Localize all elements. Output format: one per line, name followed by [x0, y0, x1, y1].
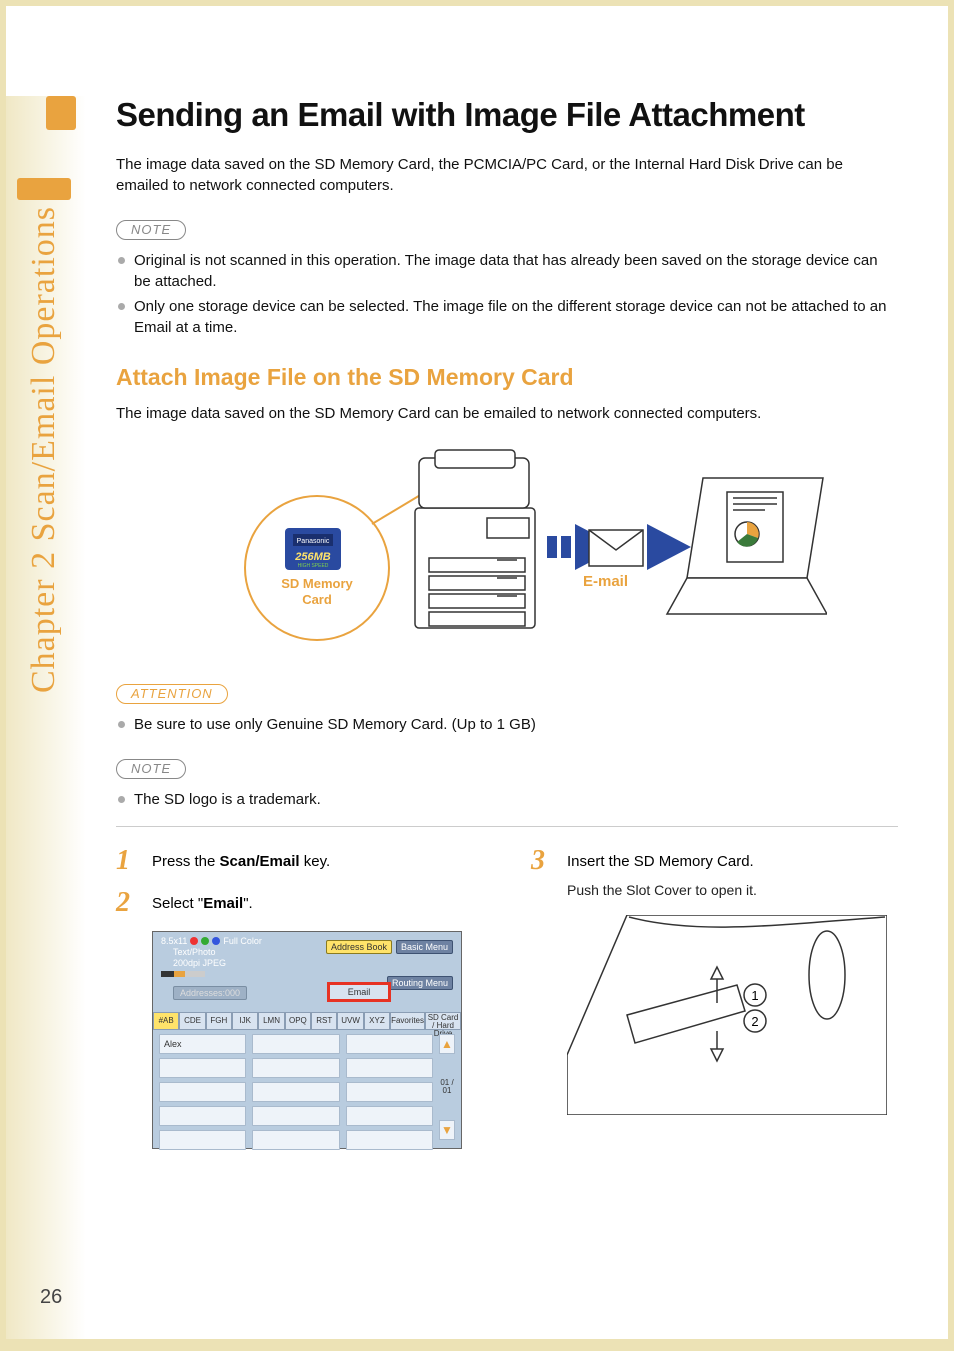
tab-uvw[interactable]: UVW: [337, 1012, 363, 1030]
note-item: Original is not scanned in this operatio…: [116, 250, 898, 292]
email-flow-diagram: Panasonic 256MB HIGH SPEED SD Memory Car…: [187, 438, 827, 658]
tab-ijk[interactable]: IJK: [232, 1012, 258, 1030]
tab-xyz[interactable]: XYZ: [364, 1012, 390, 1030]
step-number: 1: [116, 847, 138, 875]
address-entry[interactable]: [159, 1106, 246, 1126]
email-button[interactable]: Email: [327, 982, 391, 1002]
address-entry[interactable]: [252, 1034, 339, 1054]
step-text: key.: [300, 853, 331, 870]
sd-speed: HIGH SPEED: [298, 563, 329, 569]
intro-paragraph: The image data saved on the SD Memory Ca…: [116, 154, 898, 196]
address-entry[interactable]: [159, 1082, 246, 1102]
address-entry[interactable]: [159, 1058, 246, 1078]
routing-menu-button[interactable]: Routing Menu: [387, 976, 453, 990]
address-entry[interactable]: [159, 1130, 246, 1150]
sd-brand: Panasonic: [297, 538, 330, 545]
chapter-side-tab: Chapter 2 Scan/Email Operations: [14, 178, 74, 693]
step-bold: Scan/Email: [220, 853, 300, 870]
step-2: 2 Select "Email".: [116, 889, 483, 917]
tab-lmn[interactable]: LMN: [258, 1012, 284, 1030]
chapter-label: Chapter 2 Scan/Email Operations: [25, 206, 63, 693]
paper-size: 8.5x11: [161, 936, 187, 946]
alpha-tabs: #AB CDE FGH IJK LMN OPQ RST UVW XYZ Favo…: [153, 1012, 461, 1030]
tab-ab[interactable]: #AB: [153, 1012, 179, 1030]
sd-size: 256MB: [294, 551, 331, 563]
touch-panel-screenshot: 8.5x11 Full Color xxText/Photo xx200dpi …: [152, 931, 462, 1149]
address-entry[interactable]: [252, 1058, 339, 1078]
sd-label-1: SD Memory: [281, 576, 353, 591]
tab-fgh[interactable]: FGH: [206, 1012, 232, 1030]
scroll-down-button[interactable]: ▼: [439, 1120, 455, 1140]
tab-opq[interactable]: OPQ: [285, 1012, 311, 1030]
divider: [116, 826, 898, 827]
step-bold: Email: [203, 895, 243, 912]
attention-list: Be sure to use only Genuine SD Memory Ca…: [116, 714, 898, 735]
page-indicator: 01 / 01: [437, 1079, 457, 1095]
step-number: 2: [116, 889, 138, 917]
step-3: 3 Insert the SD Memory Card. Push the Sl…: [531, 847, 898, 901]
address-entry[interactable]: [346, 1082, 433, 1102]
tab-favorites[interactable]: Favorites: [390, 1012, 425, 1030]
page-title: Sending an Email with Image File Attachm…: [116, 96, 898, 134]
tab-rst[interactable]: RST: [311, 1012, 337, 1030]
address-entry[interactable]: [346, 1130, 433, 1150]
email-label: E-mail: [583, 573, 628, 590]
step-text: Insert the SD Memory Card.: [567, 851, 757, 874]
side-tab-marker: [17, 178, 71, 200]
sd-slot-illustration: 1 2: [567, 915, 887, 1115]
address-entry[interactable]: [252, 1082, 339, 1102]
step-subtext: Push the Slot Cover to open it.: [567, 880, 757, 901]
attention-item: Be sure to use only Genuine SD Memory Ca…: [116, 714, 898, 735]
basic-menu-button[interactable]: Basic Menu: [396, 940, 453, 954]
scroll-up-button[interactable]: ▲: [439, 1034, 455, 1054]
step-text: Select ": [152, 895, 203, 912]
note-pill: NOTE: [116, 220, 186, 240]
address-entry[interactable]: [252, 1106, 339, 1126]
step-1: 1 Press the Scan/Email key.: [116, 847, 483, 875]
doc-type: Text/Photo: [173, 947, 216, 957]
resolution: 200dpi JPEG: [173, 958, 226, 968]
address-entry[interactable]: [346, 1034, 433, 1054]
note-pill: NOTE: [116, 759, 186, 779]
top-notes-list: Original is not scanned in this operatio…: [116, 250, 898, 338]
note-item: Only one storage device can be selected.…: [116, 296, 898, 338]
section-body: The image data saved on the SD Memory Ca…: [116, 403, 898, 424]
title-accent: [46, 96, 76, 130]
address-entry[interactable]: [346, 1058, 433, 1078]
sd-label-2: Card: [302, 592, 332, 607]
address-entry[interactable]: Alex: [159, 1034, 246, 1054]
address-entry[interactable]: [346, 1106, 433, 1126]
tab-cde[interactable]: CDE: [179, 1012, 205, 1030]
tab-sd-hdd[interactable]: SD Card / Hard Drive: [425, 1012, 461, 1030]
attention-pill: ATTENTION: [116, 684, 228, 704]
step-text: Press the: [152, 853, 220, 870]
callout-1: 1: [751, 988, 758, 1003]
addresses-count: Addresses:000: [173, 986, 247, 1000]
address-entry[interactable]: [252, 1130, 339, 1150]
section-heading: Attach Image File on the SD Memory Card: [116, 364, 898, 391]
note-item: The SD logo is a trademark.: [116, 789, 898, 810]
bottom-notes-list: The SD logo is a trademark.: [116, 789, 898, 810]
color-mode: Full Color: [223, 936, 262, 946]
step-text: ".: [243, 895, 253, 912]
callout-2: 2: [751, 1014, 758, 1029]
page-number: 26: [40, 1286, 62, 1309]
step-number: 3: [531, 847, 553, 901]
address-book-button[interactable]: Address Book: [326, 940, 392, 954]
